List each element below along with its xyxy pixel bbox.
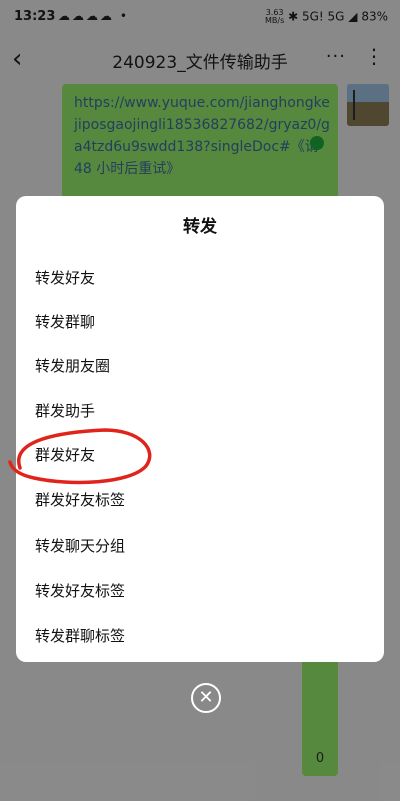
dialog-title: 转发 bbox=[183, 217, 217, 237]
menu-item-forward-group-tags[interactable]: 转发群聊标签 bbox=[16, 613, 384, 657]
menu-item-label: 转发群聊标签 bbox=[35, 627, 126, 645]
menu-item-label: 转发聊天分组 bbox=[35, 537, 126, 555]
menu-item-forward-chat-group[interactable]: 转发聊天分组 bbox=[16, 523, 384, 567]
menu-item-forward-group[interactable]: 转发群聊 bbox=[16, 299, 384, 343]
menu-item-label: 转发好友 bbox=[35, 269, 96, 287]
menu-item-forward-moments[interactable]: 转发朋友圈 bbox=[16, 343, 384, 387]
menu-item-label: 转发群聊 bbox=[35, 313, 96, 331]
menu-item-forward-friend[interactable]: 转发好友 bbox=[16, 255, 384, 299]
menu-item-label: 转发朋友圈 bbox=[35, 357, 111, 375]
menu-item-broadcast-assistant[interactable]: 群发助手 bbox=[16, 388, 384, 432]
menu-item-label: 群发助手 bbox=[35, 402, 96, 420]
menu-item-broadcast-friends[interactable]: 群发好友 bbox=[16, 432, 384, 476]
forward-dialog: 转发 转发好友 转发群聊 转发朋友圈 群发助手 群发好友 群发好友标签 转发聊天… bbox=[16, 196, 384, 662]
menu-item-broadcast-friend-tags[interactable]: 群发好友标签 bbox=[16, 477, 384, 521]
menu-item-label: 转发好友标签 bbox=[35, 582, 126, 600]
menu-item-label: 群发好友 bbox=[35, 446, 96, 464]
menu-item-label: 群发好友标签 bbox=[35, 491, 126, 509]
menu-item-forward-friend-tags[interactable]: 转发好友标签 bbox=[16, 568, 384, 612]
close-icon[interactable]: ✕ bbox=[191, 683, 221, 713]
